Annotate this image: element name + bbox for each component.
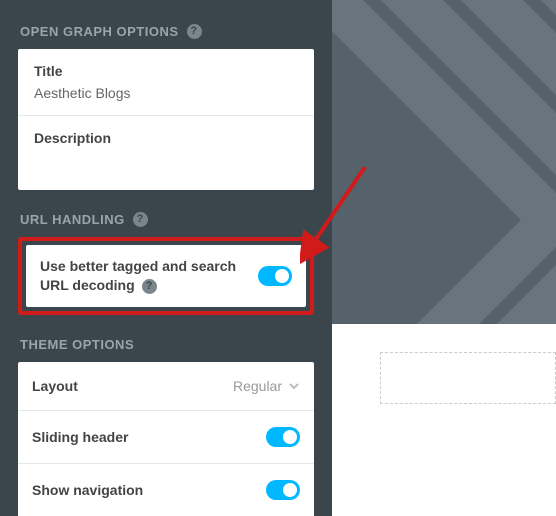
url-decoding-toggle[interactable] [258,266,292,286]
layout-row[interactable]: Layout Regular [18,362,314,411]
chevron-down-icon [288,380,300,392]
preview-area [332,0,556,516]
title-value: Aesthetic Blogs [34,85,298,101]
url-decoding-row[interactable]: Use better tagged and search URL decodin… [26,245,306,307]
settings-sidebar: OPEN GRAPH OPTIONS ? Title Aesthetic Blo… [0,0,332,516]
description-field[interactable]: Description [18,116,314,190]
section-header-url-handling: URL HANDLING ? [20,212,314,227]
section-title: URL HANDLING [20,212,125,227]
show-navigation-label: Show navigation [32,482,143,498]
sliding-header-row[interactable]: Sliding header [18,411,314,464]
section-header-theme-options: THEME OPTIONS [20,337,314,352]
highlight-box: Use better tagged and search URL decodin… [18,237,314,315]
title-field[interactable]: Title Aesthetic Blogs [18,49,314,116]
url-decoding-label-wrap: Use better tagged and search URL decodin… [40,257,248,295]
title-label: Title [34,63,298,79]
app-container: OPEN GRAPH OPTIONS ? Title Aesthetic Blo… [0,0,556,516]
layout-value: Regular [233,378,282,394]
show-navigation-row[interactable]: Show navigation [18,464,314,516]
help-icon[interactable]: ? [133,212,148,227]
preview-placeholder [380,352,556,404]
open-graph-panel: Title Aesthetic Blogs Description [18,49,314,190]
description-label: Description [34,130,298,146]
section-title: THEME OPTIONS [20,337,134,352]
sliding-header-label: Sliding header [32,429,128,445]
show-navigation-toggle[interactable] [266,480,300,500]
help-icon[interactable]: ? [142,279,157,294]
help-icon[interactable]: ? [187,24,202,39]
section-header-open-graph: OPEN GRAPH OPTIONS ? [20,24,314,39]
layout-label: Layout [32,378,78,394]
theme-options-panel: Layout Regular Sliding header Show navig… [18,362,314,516]
url-decoding-label: Use better tagged and search URL decodin… [40,257,248,295]
section-title: OPEN GRAPH OPTIONS [20,24,179,39]
layout-select[interactable]: Regular [233,378,300,394]
preview-header-pattern [332,0,556,324]
sliding-header-toggle[interactable] [266,427,300,447]
